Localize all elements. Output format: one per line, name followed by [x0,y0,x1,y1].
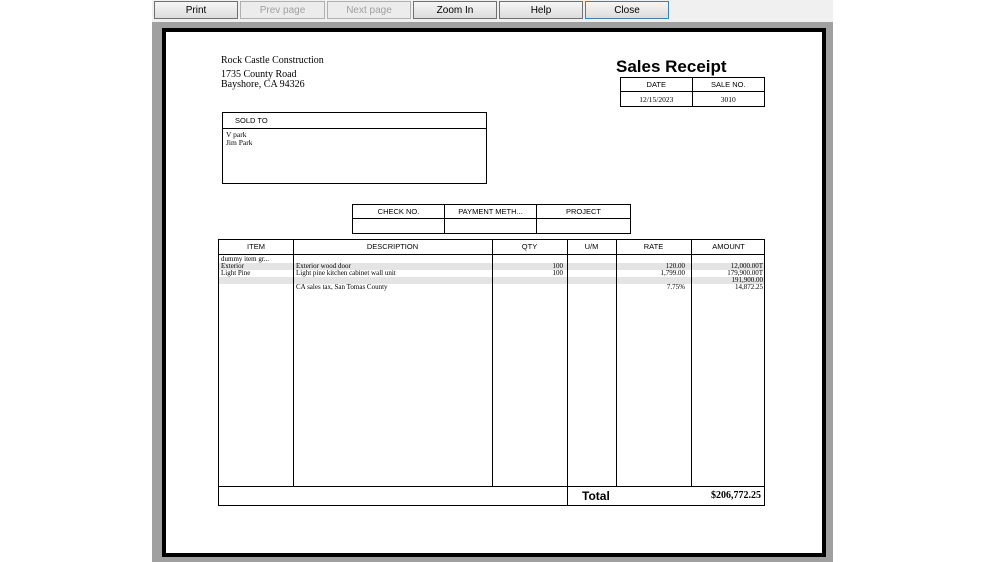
payment-method-label: PAYMENT METH... [444,204,537,219]
project-label: PROJECT [536,204,631,219]
next-page-button[interactable]: Next page [327,1,411,19]
sale-no-label: SALE NO. [691,77,766,92]
help-button[interactable]: Help [499,1,583,19]
column-divider [293,240,294,486]
date-label: DATE [620,77,693,92]
column-divider [492,240,493,486]
row-amount: 14,872.25 [735,284,763,291]
row-rate: 1,799.00 [660,270,686,277]
line-items-table: ITEM DESCRIPTION QTY U/M RATE AMOUNT dum… [218,239,765,487]
sold-to-line-1: V park [226,130,247,139]
company-name: Rock Castle Construction [221,55,324,66]
total-label: Total [582,489,610,503]
document-title: Sales Receipt [616,57,727,76]
col-description-header: DESCRIPTION [366,242,419,251]
row-description: Exterior wood door [296,263,351,270]
col-amount-header: AMOUNT [712,242,745,251]
close-button[interactable]: Close [585,1,669,19]
col-qty-header: QTY [521,242,538,251]
sold-to-label: SOLD TO [223,113,486,129]
row-description: CA sales tax, San Tomas County [296,284,388,291]
address-line-2: Bayshore, CA 94326 [221,79,305,90]
payment-method-value [444,218,537,234]
row-rate: 7.75% [666,284,685,291]
company-address: 1735 County Road Bayshore, CA 94326 [221,70,305,90]
column-divider [616,240,617,486]
column-divider [567,240,568,486]
row-item: Exterior [221,263,244,270]
row-amount: 12,000.00T [730,263,763,270]
col-rate-header: RATE [643,242,664,251]
row-item: dummy item gr... [221,256,270,263]
total-divider [567,487,568,505]
print-preview-toolbar: Print Prev page Next page Zoom In Help C… [152,0,833,23]
date-sale-no-box: DATE SALE NO. 12/15/2023 3010 [620,77,766,107]
total-bar: Total $206,772.25 [218,486,765,506]
row-amount: 191,900.00 [731,277,764,284]
check-no-label: CHECK NO. [352,204,445,219]
sold-to-line-2: Jim Park [226,138,253,147]
sold-to-box: SOLD TO V park Jim Park [222,112,487,184]
row-amount: 179,900.00T [727,270,763,277]
col-item-header: ITEM [247,242,265,251]
print-button[interactable]: Print [154,1,238,19]
column-divider [691,240,692,486]
row-qty: 100 [552,270,564,277]
total-value: $206,772.25 [711,490,761,501]
payment-info-box: CHECK NO. PAYMENT METH... PROJECT [352,204,631,234]
project-value [536,218,631,234]
check-no-value [352,218,445,234]
row-item: Light Pine [221,270,251,277]
zoom-in-button[interactable]: Zoom In [413,1,497,19]
date-value: 12/15/2023 [620,91,693,107]
row-description: Light pine kitchen cabinet wall unit [296,270,396,277]
sale-no-value: 3010 [691,91,766,107]
prev-page-button[interactable]: Prev page [240,1,325,19]
row-rate: 120.00 [665,263,685,270]
col-um-header: U/M [584,242,599,251]
row-qty: 100 [552,263,564,270]
